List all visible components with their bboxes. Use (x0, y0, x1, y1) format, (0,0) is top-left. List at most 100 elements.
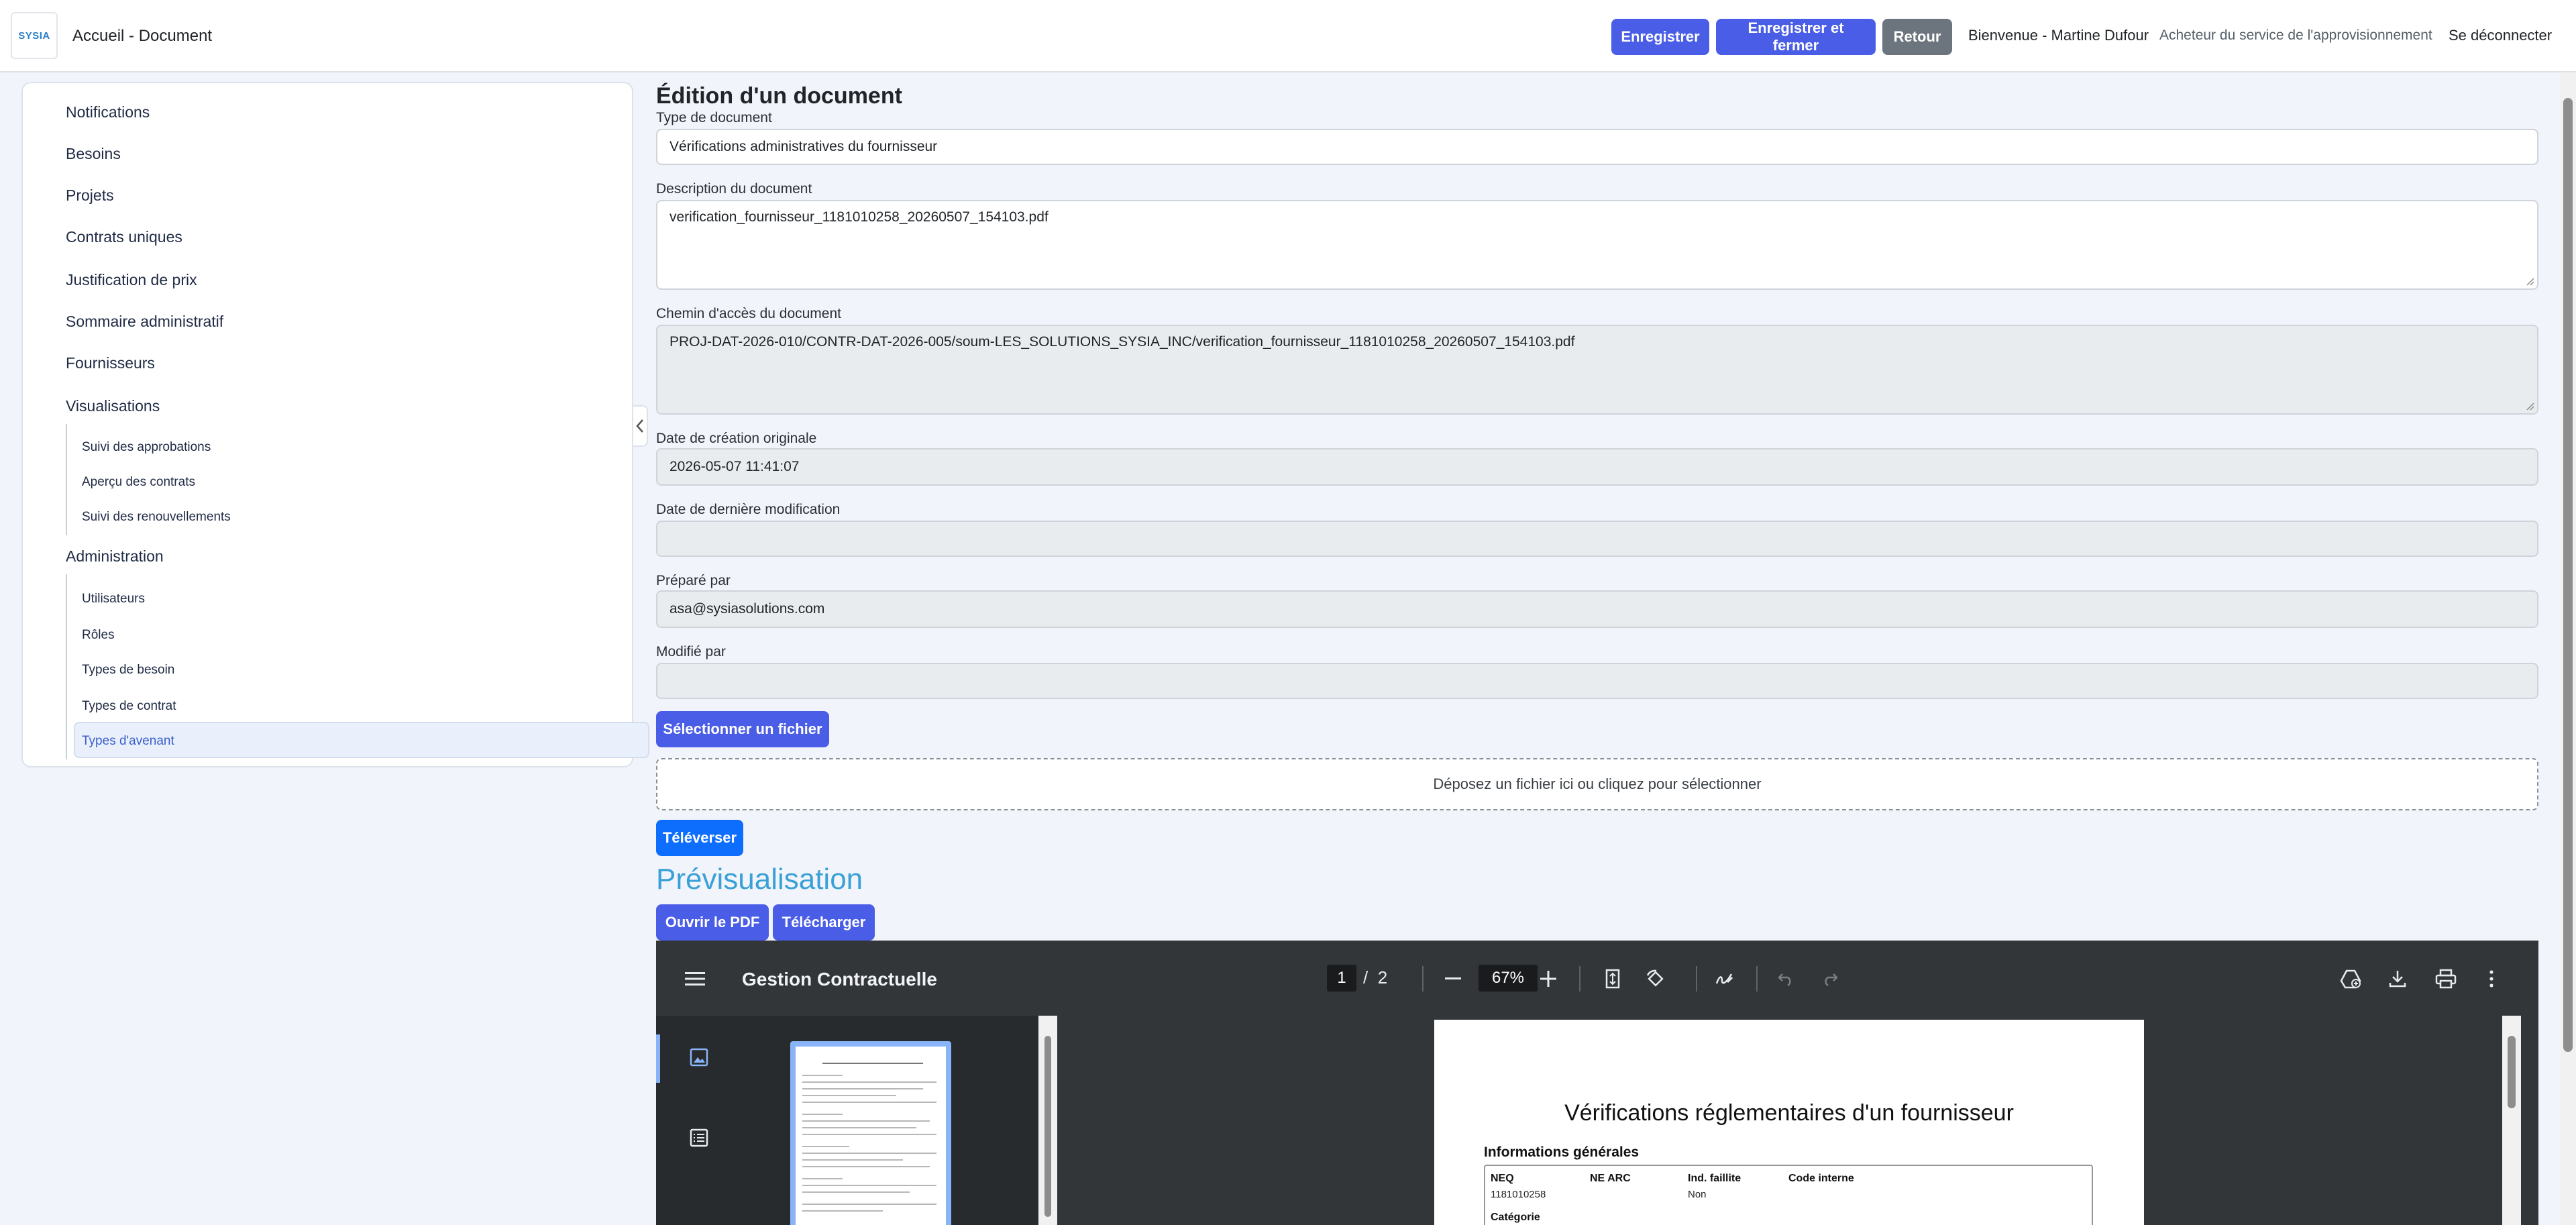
modified-date-field[interactable] (656, 521, 2538, 557)
sidebar-item-notifications[interactable]: Notifications (66, 103, 150, 121)
welcome-text: Bienvenue - Martine Dufour (1968, 27, 2149, 44)
document-path-textarea[interactable]: PROJ-DAT-2026-010/CONTR-DAT-2026-005/sou… (656, 325, 2538, 415)
open-pdf-button[interactable]: Ouvrir le PDF (656, 904, 769, 941)
pdf-scrollbar[interactable] (2502, 1016, 2521, 1225)
page-separator: / (1363, 967, 1368, 988)
app-header: SYSIA Accueil - Document Enregistrer Enr… (0, 0, 2576, 72)
page-thumbnail-1[interactable] (790, 1041, 951, 1225)
sidebar-collapse-toggle[interactable] (633, 405, 648, 447)
description-textarea[interactable]: verification_fournisseur_1181010258_2026… (656, 200, 2538, 290)
doc-category-label: Catégorie (1491, 1212, 1540, 1223)
doc-section-general: Informations générales (1484, 1144, 1640, 1160)
doc-info-table: NEQ NE ARC Ind. faillite Code interne 11… (1484, 1165, 2093, 1225)
sidebar-item-projets[interactable]: Projets (66, 187, 114, 205)
app-logo[interactable]: SYSIA (11, 12, 58, 59)
undo-icon[interactable] (1772, 966, 1799, 992)
doc-title: Vérifications réglementaires d'un fourni… (1564, 1100, 2014, 1126)
sidebar-subitem-types-contrat[interactable]: Types de contrat (82, 699, 176, 714)
prepared-by-field[interactable]: asa@sysiasolutions.com (656, 590, 2538, 628)
save-button[interactable]: Enregistrer (1611, 19, 1709, 55)
created-date-label: Date de création originale (656, 431, 817, 446)
minus-icon[interactable] (1440, 966, 1466, 992)
fit-page-icon[interactable] (1599, 966, 1626, 992)
path-value: PROJ-DAT-2026-010/CONTR-DAT-2026-005/sou… (669, 334, 1575, 350)
back-button[interactable]: Retour (1882, 19, 1952, 55)
modified-by-field[interactable] (656, 663, 2538, 699)
toolbar-divider (1422, 966, 1424, 992)
doc-column-neq: NEQ (1491, 1173, 1514, 1184)
description-value: verification_fournisseur_1181010258_2026… (669, 209, 1049, 225)
select-file-button[interactable]: Sélectionner un fichier (656, 711, 829, 747)
plus-icon[interactable] (1535, 966, 1562, 992)
print-icon[interactable] (2432, 966, 2459, 992)
sidebar-subitem-types-besoin[interactable]: Types de besoin (82, 663, 174, 678)
pdf-title: Gestion Contractuelle (742, 969, 937, 990)
page-count: / 2 (1363, 967, 1387, 988)
toolbar-divider (1579, 966, 1580, 992)
sidebar-subitem-apercu-contrats[interactable]: Aperçu des contrats (82, 475, 195, 490)
sidebar-subitem-utilisateurs[interactable]: Utilisateurs (82, 592, 145, 606)
path-label: Chemin d'accès du document (656, 306, 841, 321)
doc-column-ne-arc: NE ARC (1590, 1173, 1631, 1184)
created-date-field[interactable]: 2026-05-07 11:41:07 (656, 448, 2538, 486)
sidebar-item-fournisseurs[interactable]: Fournisseurs (66, 354, 155, 372)
sidebar-item-sommaire-administratif[interactable]: Sommaire administratif (66, 313, 223, 331)
pdf-scrollbar-thumb[interactable] (2508, 1036, 2516, 1108)
download-icon[interactable] (2384, 966, 2411, 992)
doc-value-faillite: Non (1688, 1189, 1707, 1200)
sidebar-subitem-types-avenant[interactable]: Types d'avenant (82, 734, 174, 749)
logo-text: SYSIA (18, 30, 50, 42)
total-pages: 2 (1377, 967, 1388, 988)
pdf-page: Vérifications réglementaires d'un fourni… (1434, 1020, 2144, 1225)
save-to-drive-icon[interactable] (2337, 966, 2364, 992)
page-scrollbar[interactable] (2560, 72, 2576, 1225)
sidebar-item-administration[interactable]: Administration (66, 547, 164, 566)
toolbar-divider (1696, 966, 1697, 992)
preview-title: Prévisualisation (656, 863, 863, 896)
thumbnail-active-indicator (656, 1034, 660, 1083)
redo-icon[interactable] (1817, 966, 1843, 992)
page-number-input[interactable]: 1 (1327, 965, 1356, 992)
thumbnail-scrollbar[interactable] (1038, 1016, 1057, 1225)
chevron-left-icon (636, 419, 643, 433)
resize-grip-icon[interactable] (2525, 401, 2534, 411)
more-vertical-icon[interactable] (2478, 966, 2505, 992)
sidebar-item-contrats-uniques[interactable]: Contrats uniques (66, 228, 182, 246)
logout-link[interactable]: Se déconnecter (2449, 27, 2552, 44)
sidebar-item-justification-prix[interactable]: Justification de prix (66, 271, 197, 289)
breadcrumb[interactable]: Accueil - Document (72, 27, 212, 46)
draw-icon[interactable] (1711, 966, 1737, 992)
prepared-by-label: Préparé par (656, 573, 731, 588)
doc-value-neq: 1181010258 (1491, 1189, 1546, 1200)
document-type-field[interactable]: Vérifications administratives du fournis… (656, 129, 2538, 165)
administration-submenu: Utilisateurs Rôles Types de besoin Types… (66, 574, 649, 759)
sidebar-subitem-suivi-renouvellements[interactable]: Suivi des renouvellements (82, 510, 231, 525)
user-role: Acheteur du service de l'approvisionneme… (2159, 28, 2432, 43)
rotate-icon[interactable] (1642, 966, 1669, 992)
doc-column-code-interne: Code interne (1788, 1173, 1854, 1184)
modified-by-label: Modifié par (656, 644, 726, 659)
outline-icon[interactable] (686, 1124, 712, 1151)
page-title: Édition d'un document (656, 83, 902, 109)
page-scrollbar-thumb[interactable] (2563, 98, 2573, 1052)
pdf-viewer[interactable]: Gestion Contractuelle 1 / 2 67% Vérifica… (656, 941, 2538, 1225)
sidebar-subitem-suivi-approbations[interactable]: Suivi des approbations (82, 440, 211, 455)
sidebar: Notifications Besoins Projets Contrats u… (21, 82, 649, 767)
menu-icon[interactable] (682, 966, 708, 992)
download-button[interactable]: Télécharger (773, 904, 875, 941)
sidebar-subitem-roles[interactable]: Rôles (82, 628, 115, 643)
zoom-input[interactable]: 67% (1479, 965, 1538, 992)
sidebar-item-besoins[interactable]: Besoins (66, 145, 121, 163)
save-close-button[interactable]: Enregistrer et fermer (1716, 19, 1876, 55)
upload-button[interactable]: Téléverser (656, 820, 743, 856)
sidebar-item-visualisations[interactable]: Visualisations (66, 397, 160, 415)
pdf-sidebar (656, 1016, 1038, 1225)
visualisations-submenu: Suivi des approbations Aperçu des contra… (66, 424, 648, 535)
thumbnail-scrollbar-thumb[interactable] (1044, 1036, 1051, 1217)
pdf-toolbar: Gestion Contractuelle 1 / 2 67% (656, 941, 2538, 1016)
toolbar-divider (1756, 966, 1758, 992)
file-dropzone[interactable]: Déposez un fichier ici ou cliquez pour s… (656, 758, 2538, 810)
type-label: Type de document (656, 110, 772, 125)
image-icon[interactable] (686, 1044, 712, 1071)
resize-grip-icon[interactable] (2525, 276, 2534, 286)
